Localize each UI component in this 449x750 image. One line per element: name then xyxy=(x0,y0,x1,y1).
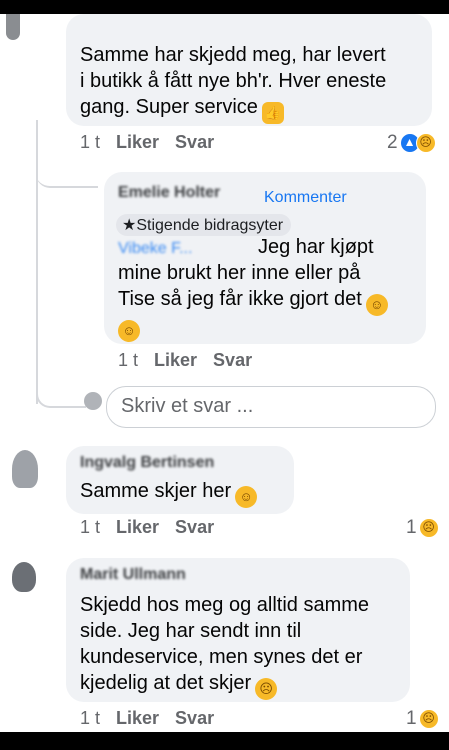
comment-bubble: Marit Ullmann Skjedd hos meg og alltid s… xyxy=(66,558,410,702)
sad-reaction-icon: ☹ xyxy=(418,518,439,538)
reply-button[interactable]: Svar xyxy=(213,350,252,371)
comment-bubble: Samme har skjedd meg, har levert i butik… xyxy=(66,14,432,126)
sad-reaction-icon: ☹ xyxy=(418,709,439,729)
badge-label: Stigende bidragsyter xyxy=(136,217,284,234)
avatar[interactable] xyxy=(12,562,36,592)
comment-text: Samme skjer her xyxy=(80,480,232,502)
comment-text-line: gang. Super service 👍 xyxy=(80,94,284,124)
thread-connector xyxy=(36,370,86,408)
author-name[interactable]: Marit Ullmann xyxy=(80,566,186,584)
timestamp[interactable]: 1 t xyxy=(80,132,100,153)
like-button[interactable]: Liker xyxy=(116,517,159,538)
comment-text: kjedelig at det skjer xyxy=(80,672,252,694)
comment-text-line: side. Jeg har sendt inn til xyxy=(80,620,302,642)
comment-actions: 1 t Liker Svar xyxy=(80,517,214,538)
screen-bottom-edge xyxy=(0,732,449,750)
reply-button[interactable]: Svar xyxy=(175,132,214,153)
thumbs-up-icon: 👍 xyxy=(261,102,284,124)
comment-actions: 1 t Liker Svar xyxy=(80,708,214,729)
like-button[interactable]: Liker xyxy=(116,708,159,729)
mention[interactable]: Vibeke F... xyxy=(118,240,192,258)
reaction-count: 2 xyxy=(387,132,398,153)
reply-text-line: Tise så jeg får ikke gjort det ☺ xyxy=(118,286,388,316)
reaction-count: 1 xyxy=(406,708,417,729)
avatar[interactable] xyxy=(6,14,20,40)
reaction-summary[interactable]: 1 ☹ xyxy=(406,708,439,730)
like-button[interactable]: Liker xyxy=(116,132,159,153)
reply-input[interactable]: Skriv et svar ... xyxy=(106,386,436,428)
contributor-badge: ★Stigende bidragsyter xyxy=(116,214,292,236)
comment-text-line: kundeservice, men synes det er xyxy=(80,646,363,668)
smirk-icon: ☺ xyxy=(365,294,388,316)
sweat-smile-icon: ☺ xyxy=(118,320,140,342)
status-bar-edge xyxy=(0,0,449,14)
comment-text-line: Samme skjer her ☺ xyxy=(80,478,258,508)
author-name[interactable]: Ingvalg Bertinsen xyxy=(80,454,214,472)
comment-bubble: Ingvalg Bertinsen Samme skjer her ☺ xyxy=(66,446,294,514)
author-name[interactable]: Emelie Holter xyxy=(118,184,220,202)
sad-reaction-icon: ☹ xyxy=(415,133,436,153)
star-icon: ★ xyxy=(122,217,137,234)
thread-connector xyxy=(36,150,98,188)
author-label: Kommenter xyxy=(264,189,347,206)
reply-input-placeholder: Skriv et svar ... xyxy=(121,395,254,417)
comment-text: gang. Super service xyxy=(80,96,258,118)
reply-actions: 1 t Liker Svar xyxy=(118,350,252,371)
timestamp[interactable]: 1 t xyxy=(80,517,100,538)
user-avatar xyxy=(84,392,102,410)
reply-button[interactable]: Svar xyxy=(175,708,214,729)
reply-text: Tise så jeg får ikke gjort det xyxy=(118,288,362,310)
reply-text-line: Jeg har kjøpt xyxy=(258,236,374,258)
reaction-summary[interactable]: 1 ☹ xyxy=(406,517,439,539)
like-button[interactable]: Liker xyxy=(154,350,197,371)
reply-button[interactable]: Svar xyxy=(175,517,214,538)
timestamp[interactable]: 1 t xyxy=(80,708,100,729)
comment-text-line: Samme har skjedd meg, har levert xyxy=(80,44,386,66)
comment-actions: 1 t Liker Svar xyxy=(80,132,214,153)
comment-text-line: Skjedd hos meg og alltid samme xyxy=(80,594,370,616)
timestamp[interactable]: 1 t xyxy=(118,350,138,371)
comment-text-line: kjedelig at det skjer ☹ xyxy=(80,670,278,700)
reaction-summary[interactable]: 2 ▲ ☹ xyxy=(387,132,436,154)
reaction-count: 1 xyxy=(406,517,417,538)
avatar[interactable] xyxy=(12,450,38,488)
reply-text-line: ☺ xyxy=(118,312,140,342)
comment-text-line: i butikk å fått nye bh'r. Hver eneste xyxy=(80,70,387,92)
reply-text-line: mine brukt her inne eller på xyxy=(118,262,361,284)
reply-bubble: Emelie Holter Kommenter ★Stigende bidrag… xyxy=(104,172,426,344)
sweat-smile-icon: ☺ xyxy=(235,486,258,508)
disappointed-face-icon: ☹ xyxy=(255,678,278,700)
